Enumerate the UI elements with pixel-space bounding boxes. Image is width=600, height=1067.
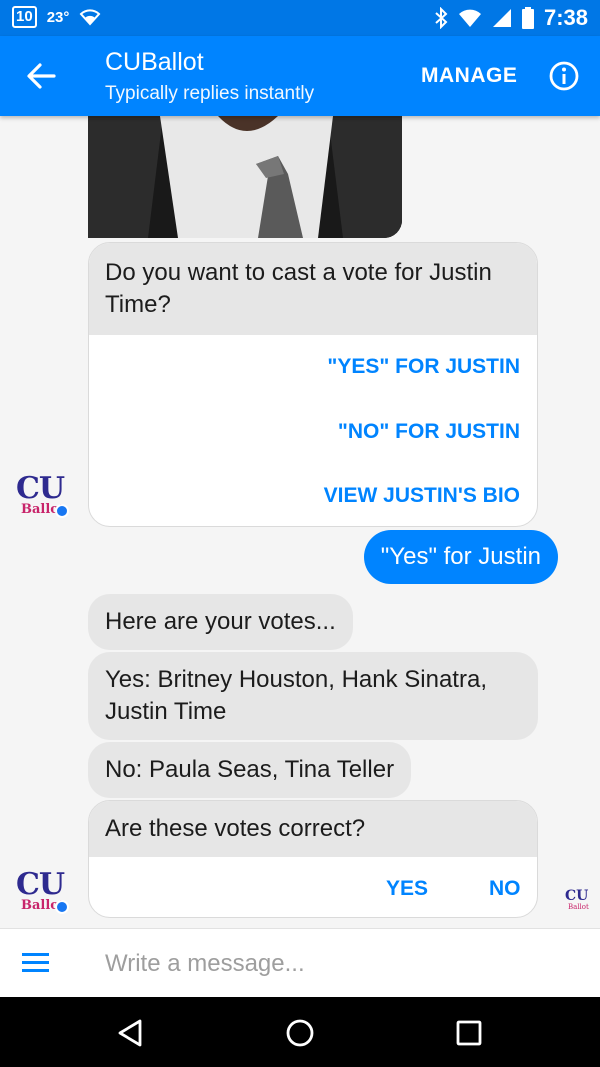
conversation[interactable]: Do you want to cast a vote for Justin Ti… [0, 116, 600, 928]
bot-avatar[interactable]: CU Ballot [16, 870, 70, 918]
messenger-badge-icon [55, 900, 69, 914]
candidate-photo[interactable] [88, 116, 402, 238]
yes-votes-message[interactable]: Yes: Britney Houston, Hank Sinatra, Just… [88, 652, 538, 740]
no-votes-message[interactable]: No: Paula Seas, Tina Teller [88, 742, 412, 798]
notification-count: 10 [12, 6, 37, 28]
confirm-votes-card: Are these votes correct? YES NO [88, 800, 538, 918]
yes-for-justin-button[interactable]: "YES" FOR JUSTIN [327, 355, 537, 379]
message-input[interactable] [105, 947, 565, 981]
battery-icon [521, 7, 534, 29]
bluetooth-icon [435, 7, 448, 29]
back-arrow-icon[interactable] [26, 58, 56, 94]
avatar-logo: CU [16, 471, 65, 506]
menu-icon[interactable] [22, 953, 49, 975]
app-header: CUBallot Typically replies instantly MAN… [0, 36, 600, 116]
nav-home-icon[interactable] [284, 1017, 316, 1049]
nav-back-icon[interactable] [115, 1017, 147, 1049]
temperature: 23° [46, 8, 70, 26]
outgoing-message[interactable]: "Yes" for Justin [363, 530, 558, 584]
system-nav-bar [0, 997, 600, 1067]
page-subtitle: Typically replies instantly [105, 83, 315, 104]
seen-logo-sub: Ballot [568, 903, 589, 911]
manage-button[interactable]: MANAGE [421, 64, 517, 88]
wifi-signal-icon [458, 9, 481, 27]
nav-recents-icon[interactable] [453, 1017, 485, 1049]
confirm-yes-button[interactable]: YES [386, 877, 428, 901]
bot-avatar[interactable]: CU Ballot [16, 474, 70, 522]
info-icon[interactable] [549, 61, 579, 91]
cell-signal-icon [492, 9, 511, 27]
confirm-no-button[interactable]: NO [489, 877, 521, 901]
vote-question: Do you want to cast a vote for Justin Ti… [89, 243, 537, 335]
votes-intro-message[interactable]: Here are your votes... [88, 594, 353, 650]
messenger-badge-icon [55, 504, 69, 518]
avatar-logo: CU [16, 867, 65, 902]
seen-logo: CU [565, 888, 589, 904]
seen-indicator: CU Ballot [565, 889, 593, 911]
confirm-question: Are these votes correct? [89, 801, 537, 857]
wifi-icon [79, 9, 101, 26]
clock: 7:38 [543, 5, 588, 30]
page-title: CUBallot [105, 48, 204, 76]
view-bio-button[interactable]: VIEW JUSTIN'S BIO [324, 484, 537, 508]
vote-question-card: Do you want to cast a vote for Justin Ti… [88, 242, 538, 527]
status-bar: 10 23° 7:38 [0, 0, 600, 36]
message-composer [0, 928, 600, 997]
no-for-justin-button[interactable]: "NO" FOR JUSTIN [338, 420, 537, 444]
